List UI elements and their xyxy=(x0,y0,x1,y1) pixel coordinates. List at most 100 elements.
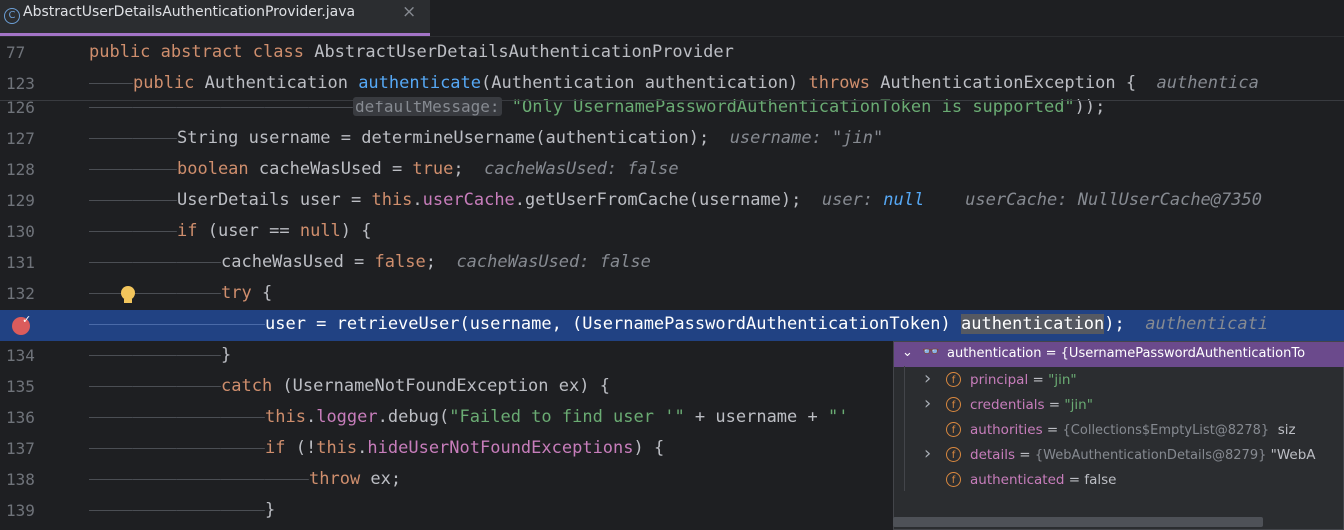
code-token: null xyxy=(883,190,925,210)
line-gutter[interactable]: 139 xyxy=(0,496,80,527)
chevron-right-icon[interactable]: › xyxy=(924,393,931,414)
indent-guide xyxy=(89,323,133,325)
line-number: 131 xyxy=(6,253,35,272)
line-gutter[interactable]: 130 xyxy=(0,217,80,248)
line-gutter[interactable]: 137 xyxy=(0,434,80,465)
code-token: (user == xyxy=(207,221,300,241)
variable-row-details[interactable]: › f details = {WebAuthenticationDetails@82… xyxy=(894,443,1344,469)
indent-guide xyxy=(177,354,221,356)
line-gutter[interactable]: 77 xyxy=(0,38,80,69)
code-line-current[interactable]: user = retrieveUser(username, (UsernameP… xyxy=(0,310,1344,341)
line-gutter[interactable]: 128 xyxy=(0,155,80,186)
code-token: hideUserNotFoundExceptions xyxy=(367,438,634,458)
indent-guide xyxy=(133,447,177,449)
code-token: ); xyxy=(1104,314,1146,334)
line-number: 77 xyxy=(6,43,26,62)
code-line[interactable]: 131 cacheWasUsed = false; cacheWasUsed: f… xyxy=(0,248,1344,279)
code-line[interactable]: 130 if (user == null) { xyxy=(0,217,1344,248)
line-gutter[interactable]: 126 xyxy=(0,93,80,124)
code-line[interactable]: 128 boolean cacheWasUsed = true; cacheWas… xyxy=(0,155,1344,186)
lightbulb-icon[interactable] xyxy=(121,286,135,300)
indent-guide xyxy=(221,478,265,480)
indent-guide xyxy=(89,261,133,263)
debug-inline-popup[interactable]: ⌄ 👓 authentication = {UsernamePasswordAu… xyxy=(893,341,1344,530)
line-gutter[interactable]: 127 xyxy=(0,124,80,155)
code-text: throw ex; xyxy=(89,469,401,489)
indent-guide xyxy=(133,292,177,294)
code-line[interactable]: 127 String username = determineUsername(a… xyxy=(0,124,1344,155)
variable-value: {WebAuthenticationDetails@8279} xyxy=(1034,448,1267,463)
line-number: 139 xyxy=(6,501,35,520)
line-gutter[interactable]: 135 xyxy=(0,372,80,403)
variable-row-credentials[interactable]: › f credentials = "jin" xyxy=(894,393,1344,419)
code-token: false xyxy=(374,252,426,272)
indent-guide xyxy=(133,199,177,201)
line-gutter[interactable]: 136 xyxy=(0,403,80,434)
line-number: 130 xyxy=(6,222,35,241)
code-token: authentication xyxy=(960,314,1105,334)
variable-eq: = xyxy=(1028,372,1049,388)
code-line[interactable]: 129 UserDetails user = this.userCache.get… xyxy=(0,186,1344,217)
code-token: authenticati xyxy=(1145,314,1269,334)
code-token: this xyxy=(371,190,413,210)
code-token: userCache xyxy=(422,190,515,210)
code-token: . xyxy=(412,190,423,210)
code-text: catch (UsernameNotFoundException ex) { xyxy=(89,376,610,396)
line-gutter[interactable]: 131 xyxy=(0,248,80,279)
code-text: } xyxy=(89,345,231,365)
variable-row-principal[interactable]: › f principal = "jin" xyxy=(894,368,1344,394)
editor-tab[interactable]: C AbstractUserDetailsAuthenticationProvi… xyxy=(0,0,430,36)
indent-guide xyxy=(89,447,133,449)
indent-guide xyxy=(177,478,221,480)
code-text: cacheWasUsed = false; cacheWasUsed: fals… xyxy=(89,252,651,272)
code-token: class xyxy=(252,42,315,62)
line-gutter[interactable]: 132 xyxy=(0,279,80,310)
code-line[interactable]: 77 public abstract class AbstractUserDeta… xyxy=(0,38,1344,69)
variable-text: authenticated = false xyxy=(970,472,1116,488)
chevron-right-icon[interactable]: › xyxy=(924,368,931,389)
tab-filename: AbstractUserDetailsAuthenticationProvide… xyxy=(23,4,356,20)
watch-glasses-icon: 👓 xyxy=(922,344,940,360)
line-gutter[interactable]: 129 xyxy=(0,186,80,217)
code-line[interactable]: 126 defaultMessage: "Only UsernamePasswor… xyxy=(0,93,1344,124)
variable-eq: = xyxy=(1042,422,1063,438)
indent-guide xyxy=(89,478,133,480)
field-icon: f xyxy=(946,422,961,437)
code-token: userCache: NullUserCache@7350 xyxy=(924,190,1262,210)
code-line[interactable]: 132 try { xyxy=(0,279,1344,310)
code-text: } xyxy=(89,500,275,520)
close-tab-icon[interactable]: × xyxy=(402,2,416,22)
line-gutter[interactable]: 138 xyxy=(0,465,80,496)
line-number: 138 xyxy=(6,470,35,489)
chevron-right-icon[interactable]: › xyxy=(924,443,931,464)
code-token: authenticate xyxy=(358,73,482,93)
code-token: } xyxy=(265,500,276,520)
code-token: ) { xyxy=(633,438,665,458)
line-gutter[interactable]: 134 xyxy=(0,341,80,372)
indent-guide xyxy=(133,106,177,108)
indent-guide xyxy=(133,323,177,325)
lightbulb-base xyxy=(124,299,132,303)
variable-row-authorities[interactable]: f authorities = {Collections$EmptyList@82… xyxy=(894,419,1344,444)
horizontal-scrollbar[interactable] xyxy=(893,517,1263,527)
code-token: this xyxy=(316,438,358,458)
java-class-icon: C xyxy=(4,8,20,24)
variable-extra: siz xyxy=(1269,422,1296,438)
code-token: ) { xyxy=(340,221,372,241)
code-text: user = retrieveUser(username, (UsernameP… xyxy=(89,314,1268,334)
code-token: } xyxy=(221,345,232,365)
indent-guide xyxy=(265,106,309,108)
line-number: 128 xyxy=(6,160,35,179)
code-text: boolean cacheWasUsed = true; cacheWasUse… xyxy=(89,159,679,179)
variable-text: principal = "jin" xyxy=(970,372,1077,388)
popup-header[interactable]: ⌄ 👓 authentication = {UsernamePasswordAu… xyxy=(894,342,1344,367)
line-number: 137 xyxy=(6,439,35,458)
indent-guide xyxy=(133,509,177,511)
indent-guide xyxy=(177,261,221,263)
code-token: Authentication xyxy=(204,73,359,93)
field-icon: f xyxy=(946,472,961,487)
code-token: (Authentication authentication) xyxy=(481,73,809,93)
variable-row-authenticated[interactable]: f authenticated = false xyxy=(894,469,1344,494)
variable-eq: = xyxy=(1014,447,1035,463)
chevron-down-icon[interactable]: ⌄ xyxy=(902,345,913,360)
